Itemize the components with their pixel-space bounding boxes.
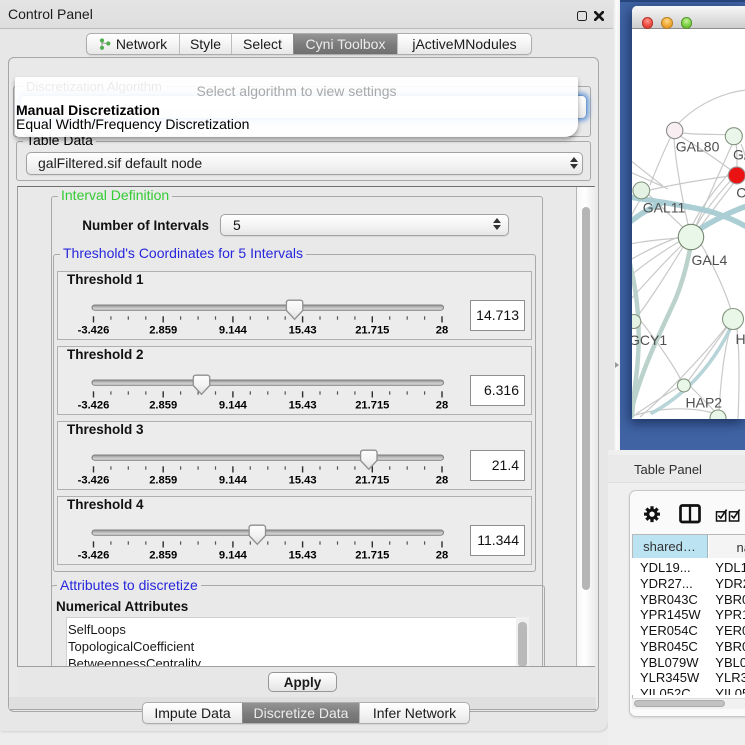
svg-text:9.144: 9.144 [219,549,248,561]
svg-text:GA: GA [733,147,745,163]
svg-text:GAL80: GAL80 [676,139,720,155]
svg-text:9.144: 9.144 [219,399,248,411]
svg-text:21.715: 21.715 [355,549,389,561]
svg-text:28: 28 [436,549,448,561]
svg-text:15.43: 15.43 [289,474,317,486]
svg-text:2.859: 2.859 [149,549,177,561]
svg-text:GAL11: GAL11 [643,200,686,216]
svg-text:GAL4: GAL4 [692,252,728,268]
svg-text:C: C [736,185,745,201]
svg-text:-3.426: -3.426 [78,549,110,561]
svg-text:28: 28 [436,399,448,411]
svg-text:-3.426: -3.426 [78,324,110,336]
svg-text:-3.426: -3.426 [78,474,110,486]
svg-text:21.715: 21.715 [355,474,389,486]
svg-text:-3.426: -3.426 [78,399,110,411]
svg-text:HAP2: HAP2 [686,395,723,411]
svg-text:9.144: 9.144 [219,474,248,486]
svg-text:2.859: 2.859 [149,324,177,336]
svg-text:GCY1: GCY1 [632,332,667,348]
svg-text:15.43: 15.43 [289,399,317,411]
svg-text:15.43: 15.43 [289,549,317,561]
svg-text:21.715: 21.715 [355,324,389,336]
svg-text:28: 28 [436,324,448,336]
svg-text:15.43: 15.43 [289,324,317,336]
svg-text:H: H [736,331,745,347]
svg-text:28: 28 [436,474,448,486]
svg-text:9.144: 9.144 [219,324,248,336]
svg-text:2.859: 2.859 [149,399,177,411]
svg-text:21.715: 21.715 [355,399,389,411]
svg-text:2.859: 2.859 [149,474,177,486]
